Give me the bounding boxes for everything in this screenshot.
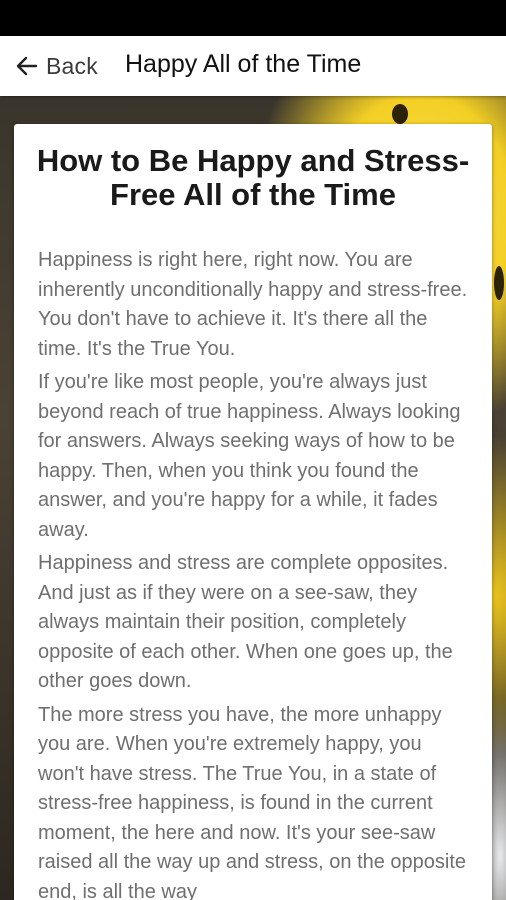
- smiley-eye: [392, 104, 408, 124]
- app-bar: Back Happy All of the Time: [0, 36, 506, 96]
- article-body: Happiness is right here, right now. You …: [38, 246, 470, 900]
- article-paragraph: Happiness is right here, right now. You …: [38, 249, 468, 360]
- article-card: How to Be Happy and Stress-Free All of t…: [14, 124, 492, 900]
- article-paragraph: If you're like most people, you're alway…: [38, 371, 461, 541]
- article-title: How to Be Happy and Stress-Free All of t…: [36, 143, 470, 212]
- smiley-eye: [494, 266, 504, 300]
- back-label: Back: [46, 52, 98, 79]
- article-paragraph: Happiness and stress are complete opposi…: [38, 552, 453, 692]
- arrow-left-icon: [14, 53, 40, 79]
- article-paragraph: The more stress you have, the more unhap…: [38, 703, 467, 900]
- status-bar: [0, 0, 506, 36]
- back-button[interactable]: Back: [8, 47, 104, 85]
- app-title: Happy All of the Time: [125, 50, 362, 78]
